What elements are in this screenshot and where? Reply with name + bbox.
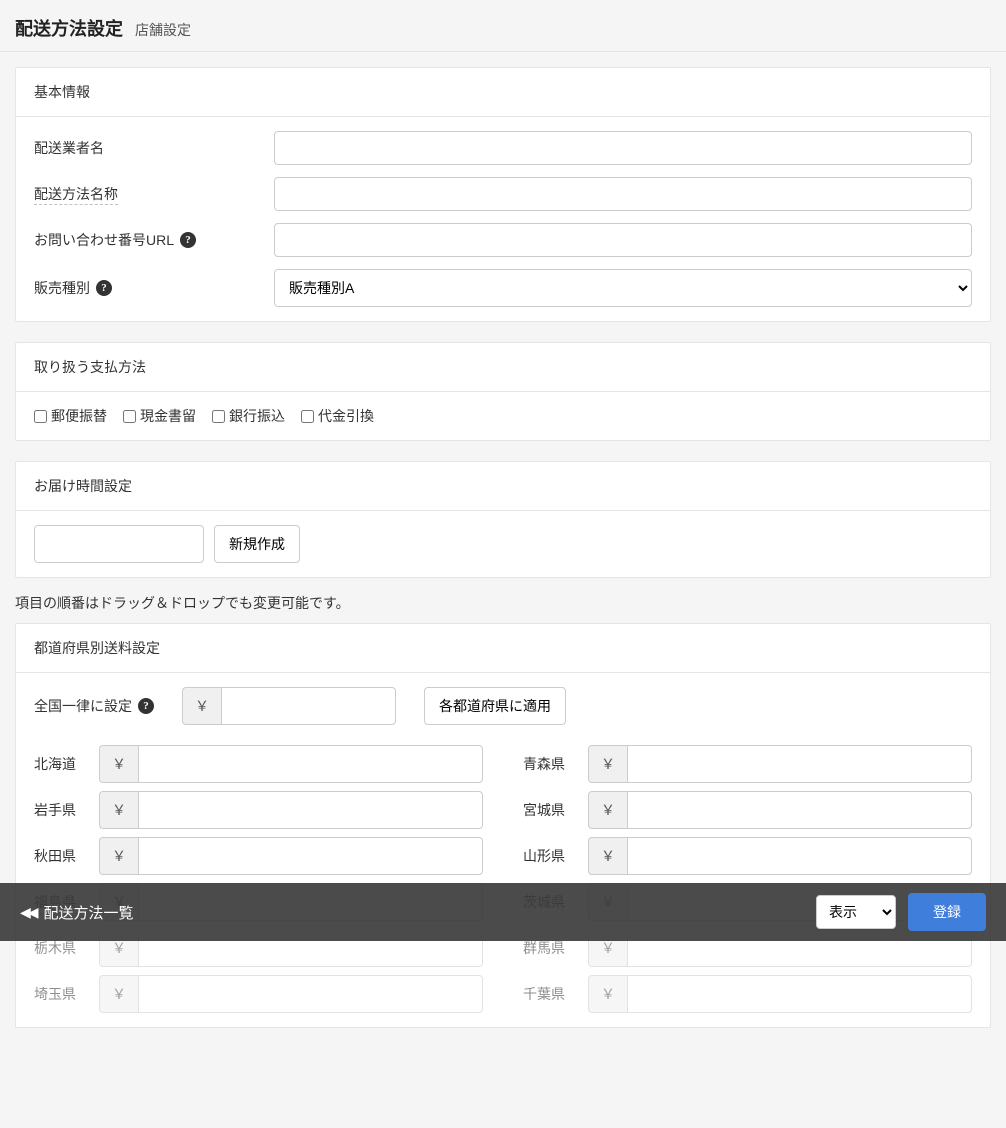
sale-type-label-text: 販売種別 [34,278,90,298]
apply-all-button[interactable]: 各都道府県に適用 [424,687,566,725]
payment-checkbox[interactable]: 現金書留 [123,406,196,426]
prefecture-fee-card: 都道府県別送料設定 全国一律に設定 ? ￥ 各都道府県に適用 北海道￥青森県￥岩… [15,623,991,1028]
uniform-fee-label-text: 全国一律に設定 [34,696,132,716]
yen-symbol: ￥ [588,745,627,783]
prefecture-name: 栃木県 [34,938,89,958]
prefecture-fee-input-group: ￥ [588,791,972,829]
basic-info-card: 基本情報 配送業者名 配送方法名称 お問い合わせ番号URL ? [15,67,991,322]
sale-type-select[interactable]: 販売種別A [274,269,972,307]
payment-checkbox-label: 現金書留 [140,406,196,426]
payment-checkbox[interactable]: 郵便振替 [34,406,107,426]
yen-symbol: ￥ [99,837,138,875]
yen-symbol: ￥ [99,745,138,783]
prefecture-fee-input-group: ￥ [99,837,483,875]
help-icon[interactable]: ? [96,280,112,296]
prefecture-item: 北海道 ￥ [34,745,483,783]
prefecture-name: 宮城県 [523,800,578,820]
prefecture-name: 岩手県 [34,800,89,820]
prefecture-item: 千葉県 ￥ [523,975,972,1013]
uniform-fee-label: 全国一律に設定 ? [34,696,154,716]
uniform-fee-input[interactable] [221,687,396,725]
prefecture-item: 宮城県 ￥ [523,791,972,829]
page-header: 配送方法設定 店舗設定 [0,0,1006,52]
method-name-label-text: 配送方法名称 [34,184,118,205]
yen-symbol: ￥ [588,975,627,1013]
payment-checkbox-label: 銀行振込 [229,406,285,426]
prefecture-fee-title: 都道府県別送料設定 [16,624,990,673]
carrier-name-input[interactable] [274,131,972,165]
method-name-input[interactable] [274,177,972,211]
prefecture-fee-input-group: ￥ [588,975,972,1013]
payment-checkbox-input[interactable] [123,410,136,423]
help-icon[interactable]: ? [180,232,196,248]
payment-checkbox-label: 郵便振替 [51,406,107,426]
payment-checkbox-row: 郵便振替 現金書留 銀行振込 代金引換 [34,406,972,426]
page-title: 配送方法設定 [15,15,123,41]
prefecture-grid: 北海道￥青森県￥岩手県￥宮城県￥秋田県￥山形県￥福島県￥茨城県￥栃木県￥群馬県￥… [34,745,972,1013]
submit-button[interactable]: 登録 [908,893,986,931]
yen-symbol: ￥ [182,687,221,725]
prefecture-fee-input-group: ￥ [99,975,483,1013]
payment-methods-card: 取り扱う支払方法 郵便振替 現金書留 銀行振込 代金引換 [15,342,991,441]
prefecture-item: 埼玉県 ￥ [34,975,483,1013]
prefecture-fee-input-group: ￥ [588,837,972,875]
prefecture-fee-input[interactable] [627,837,972,875]
sale-type-label: 販売種別 ? [34,278,274,298]
inquiry-url-input[interactable] [274,223,972,257]
carrier-name-label: 配送業者名 [34,138,274,158]
prefecture-name: 群馬県 [523,938,578,958]
payment-checkbox-input[interactable] [34,410,47,423]
delivery-time-input[interactable] [34,525,204,563]
payment-methods-title: 取り扱う支払方法 [16,343,990,392]
content: 基本情報 配送業者名 配送方法名称 お問い合わせ番号URL ? [0,52,1006,1128]
back-link[interactable]: ◀◀ 配送方法一覧 [20,902,134,923]
prefecture-fee-input[interactable] [138,975,483,1013]
delivery-time-title: お届け時間設定 [16,462,990,511]
visibility-select[interactable]: 表示 [816,895,896,929]
prefecture-name: 青森県 [523,754,578,774]
help-icon[interactable]: ? [138,698,154,714]
prefecture-fee-input[interactable] [138,837,483,875]
payment-checkbox[interactable]: 銀行振込 [212,406,285,426]
prefecture-item: 青森県 ￥ [523,745,972,783]
prefecture-name: 北海道 [34,754,89,774]
prefecture-fee-input-group: ￥ [99,745,483,783]
prefecture-fee-input[interactable] [138,791,483,829]
prefecture-fee-input[interactable] [627,791,972,829]
yen-symbol: ￥ [99,791,138,829]
page-subtitle: 店舗設定 [135,20,191,40]
payment-checkbox-label: 代金引換 [318,406,374,426]
prefecture-fee-input-group: ￥ [99,791,483,829]
delivery-time-card: お届け時間設定 新規作成 [15,461,991,578]
new-time-button[interactable]: 新規作成 [214,525,300,563]
prefecture-fee-input[interactable] [138,745,483,783]
bottom-bar: ◀◀ 配送方法一覧 表示 登録 [0,883,1006,941]
drag-drop-note: 項目の順番はドラッグ＆ドロップでも変更可能です。 [15,593,991,613]
method-name-label: 配送方法名称 [34,184,274,205]
prefecture-name: 山形県 [523,846,578,866]
yen-symbol: ￥ [99,975,138,1013]
payment-checkbox-input[interactable] [301,410,314,423]
prefecture-fee-input[interactable] [627,745,972,783]
prefecture-item: 秋田県 ￥ [34,837,483,875]
inquiry-url-label: お問い合わせ番号URL ? [34,230,274,250]
back-link-label: 配送方法一覧 [44,902,134,923]
prefecture-item: 山形県 ￥ [523,837,972,875]
basic-info-title: 基本情報 [16,68,990,117]
prefecture-name: 埼玉県 [34,984,89,1004]
yen-symbol: ￥ [588,837,627,875]
yen-symbol: ￥ [588,791,627,829]
prefecture-name: 千葉県 [523,984,578,1004]
prefecture-name: 秋田県 [34,846,89,866]
prefecture-fee-input-group: ￥ [588,745,972,783]
uniform-fee-input-group: ￥ [182,687,396,725]
back-icon: ◀◀ [20,904,36,921]
payment-checkbox-input[interactable] [212,410,225,423]
prefecture-fee-input[interactable] [627,975,972,1013]
inquiry-url-label-text: お問い合わせ番号URL [34,230,174,250]
prefecture-item: 岩手県 ￥ [34,791,483,829]
payment-checkbox[interactable]: 代金引換 [301,406,374,426]
